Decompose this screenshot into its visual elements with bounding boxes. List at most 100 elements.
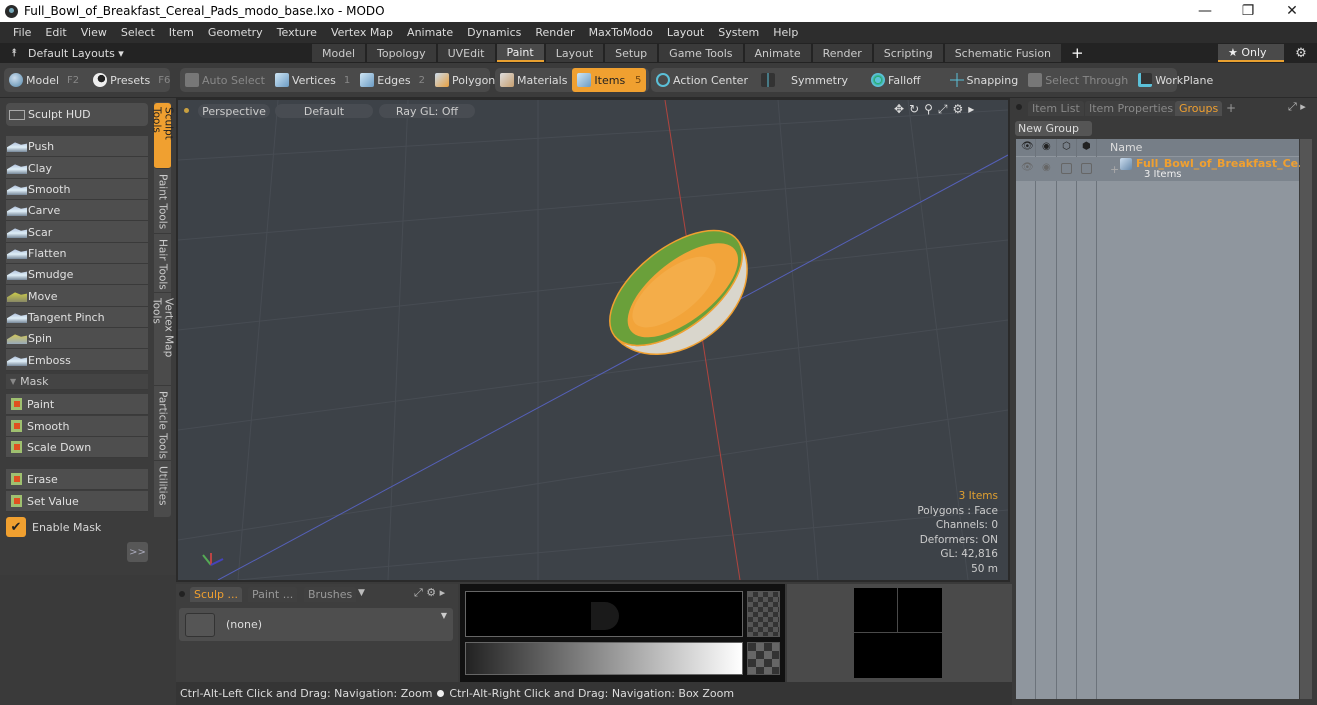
vtab-utilities[interactable]: Utilities (154, 462, 171, 517)
row-select-toggle[interactable] (1081, 163, 1092, 174)
sculpt-hud-button[interactable]: Sculpt HUD (6, 103, 148, 126)
tool-smooth[interactable]: Smooth (6, 179, 148, 200)
tabs-dropdown-arrow[interactable]: ▼ (358, 588, 365, 598)
tab-sculpt[interactable]: Sculp ... (190, 587, 243, 602)
expand-plus-icon[interactable]: + (1110, 163, 1119, 176)
mask-smooth[interactable]: Smooth (6, 416, 148, 437)
workplane-button[interactable]: WorkPlane (1133, 68, 1218, 92)
mask-section-header[interactable]: ▼ Mask (6, 374, 148, 390)
mask-set-value[interactable]: Set Value (6, 491, 148, 512)
close-button[interactable]: ✕ (1270, 0, 1314, 22)
raygl-toggle[interactable]: Ray GL: Off (379, 104, 475, 118)
tab-model[interactable]: Model (312, 44, 366, 62)
add-tab-button[interactable]: + (1226, 101, 1236, 115)
render-header-icon[interactable]: ◉ (1042, 141, 1051, 152)
tab-brushes[interactable]: Brushes (304, 587, 357, 602)
menu-item[interactable]: Item (162, 26, 201, 39)
layout-cell-2[interactable] (898, 588, 942, 632)
tab-schematic-fusion[interactable]: Schematic Fusion (944, 44, 1062, 62)
restore-button[interactable]: ❐ (1226, 0, 1270, 22)
row-visibility-icon[interactable]: 👁 (1021, 162, 1034, 173)
vtab-particle-tools[interactable]: Particle Tools (154, 387, 171, 461)
tab-paint[interactable]: Paint (496, 44, 544, 62)
edges-button[interactable]: Edges 2 (355, 68, 430, 92)
perspective-dropdown[interactable]: Perspective (198, 104, 270, 118)
row-lock-toggle[interactable] (1061, 163, 1072, 174)
brush-selector[interactable]: (none) ▼ (179, 608, 453, 641)
select-header-icon[interactable]: ⬢ (1082, 141, 1091, 152)
tool-spin[interactable]: Spin (6, 328, 148, 349)
snapping-button[interactable]: Snapping (926, 68, 1024, 92)
vtab-hair-tools[interactable]: Hair Tools (154, 235, 171, 293)
shading-dropdown[interactable]: Default (275, 104, 373, 118)
materials-button[interactable]: Materials (495, 68, 572, 92)
tab-item-list[interactable]: Item List (1028, 101, 1084, 116)
minimize-button[interactable]: — (1183, 0, 1227, 22)
vertices-button[interactable]: Vertices 1 (270, 68, 355, 92)
falloff-button[interactable]: Falloff (853, 68, 925, 92)
viewport-menu-dot[interactable] (184, 108, 189, 113)
tab-animate[interactable]: Animate (744, 44, 811, 62)
menu-animate[interactable]: Animate (400, 26, 460, 39)
gear-icon[interactable]: ⚙ (1290, 46, 1312, 61)
tool-carve[interactable]: Carve (6, 200, 148, 221)
action-center-button[interactable]: Action Center (651, 68, 753, 92)
vertical-scrollbar[interactable] (1300, 139, 1312, 699)
lock-header-icon[interactable]: ⬡ (1062, 141, 1071, 152)
menu-maxtomodo[interactable]: MaxToModo (582, 26, 660, 39)
menu-render[interactable]: Render (528, 26, 581, 39)
settings-icon[interactable]: ⚙ (953, 102, 964, 117)
menu-edit[interactable]: Edit (38, 26, 73, 39)
row-render-icon[interactable]: ◉ (1042, 162, 1051, 173)
auto-select-button[interactable]: Auto Select (180, 68, 270, 92)
tab-setup[interactable]: Setup (605, 44, 658, 62)
more-arrow-icon[interactable]: ▸ (968, 102, 974, 117)
name-column-header[interactable]: Name (1110, 141, 1142, 154)
visibility-header-icon[interactable]: 👁 (1021, 141, 1034, 152)
menu-texture[interactable]: Texture (270, 26, 324, 39)
expand-button[interactable]: >> (127, 542, 148, 562)
tool-scar[interactable]: Scar (6, 222, 148, 243)
menu-select[interactable]: Select (114, 26, 162, 39)
pan-icon[interactable]: ✥ (894, 102, 904, 117)
tab-groups[interactable]: Groups (1175, 101, 1223, 116)
items-button[interactable]: Items 5 (572, 68, 647, 92)
tool-move[interactable]: Move (6, 286, 148, 307)
3d-viewport[interactable]: Perspective Default Ray GL: Off ✥ ↻ ⚲ ⤢ … (176, 98, 1010, 582)
layout-up-icon[interactable]: ⯭ (0, 46, 28, 60)
layout-cell-1[interactable] (854, 588, 897, 632)
menu-geometry[interactable]: Geometry (201, 26, 270, 39)
maximize-icon[interactable]: ⤢ (938, 102, 948, 117)
enable-mask-checkbox[interactable]: ✔ Enable Mask (6, 517, 101, 537)
menu-view[interactable]: View (74, 26, 114, 39)
vtab-sculpt-tools[interactable]: Sculpt Tools (151, 103, 175, 169)
mask-scale-down[interactable]: Scale Down (6, 437, 148, 458)
panel-menu-dot[interactable] (179, 591, 185, 597)
tab-scripting[interactable]: Scripting (873, 44, 943, 62)
tab-render[interactable]: Render (812, 44, 872, 62)
tool-flatten[interactable]: Flatten (6, 243, 148, 264)
select-through-button[interactable]: Select Through (1023, 68, 1133, 92)
menu-vertex-map[interactable]: Vertex Map (324, 26, 400, 39)
symmetry-button[interactable]: Symmetry (753, 68, 853, 92)
menu-help[interactable]: Help (766, 26, 805, 39)
tab-layout[interactable]: Layout (545, 44, 604, 62)
tool-emboss[interactable]: Emboss (6, 350, 148, 371)
tab-game-tools[interactable]: Game Tools (659, 44, 743, 62)
panel-options-icons[interactable]: ⤢ ⚙ ▸ (414, 586, 445, 600)
tool-clay[interactable]: Clay (6, 158, 148, 179)
menu-layout[interactable]: Layout (660, 26, 711, 39)
tab-uvedit[interactable]: UVEdit (437, 44, 495, 62)
menu-file[interactable]: File (6, 26, 38, 39)
model-button[interactable]: Model F2 (4, 68, 84, 92)
maximize-panel-icon[interactable]: ⤢ ▸ (1288, 100, 1306, 114)
panel-menu-dot[interactable] (1016, 104, 1022, 110)
tool-tangent-pinch[interactable]: Tangent Pinch (6, 307, 148, 328)
mask-paint[interactable]: Paint (6, 394, 148, 415)
vtab-paint-tools[interactable]: Paint Tools (154, 170, 171, 234)
new-group-button[interactable]: New Group (1015, 121, 1092, 136)
tab-item-properties[interactable]: Item Properties (1085, 101, 1178, 116)
mask-erase[interactable]: Erase (6, 469, 148, 490)
tool-push[interactable]: Push (6, 136, 148, 157)
presets-button[interactable]: Presets F6 (88, 68, 175, 92)
